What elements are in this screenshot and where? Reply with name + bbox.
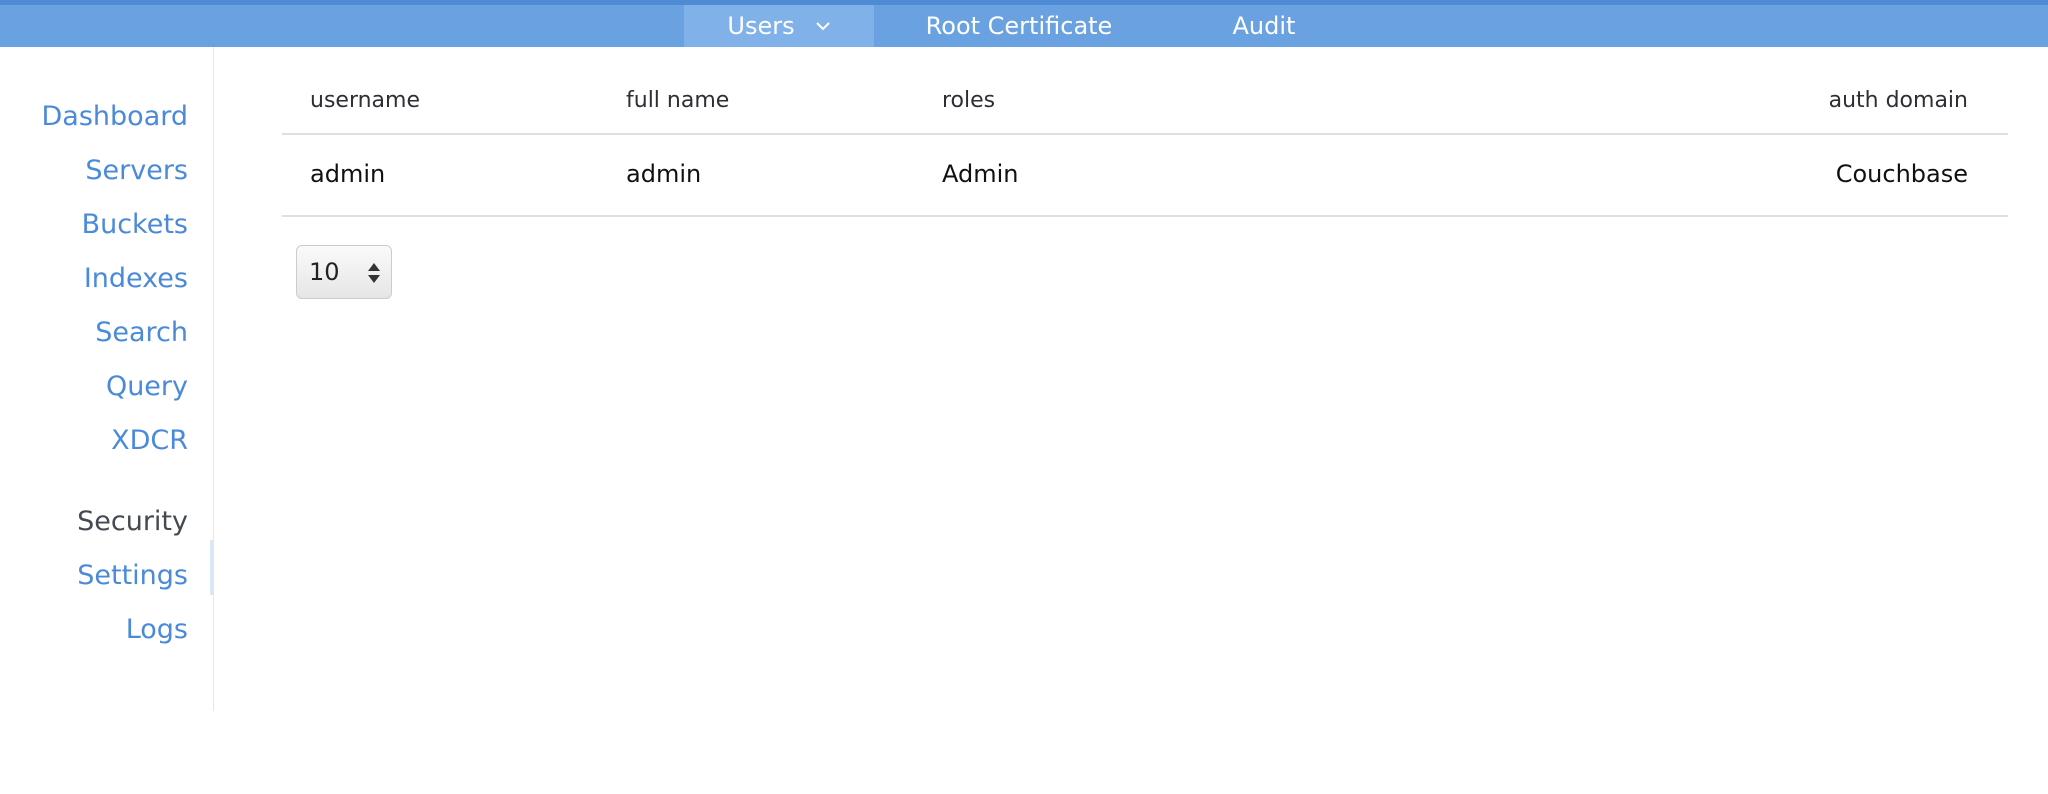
column-header-auth-domain[interactable]: auth domain: [1829, 88, 1968, 113]
cell-full-name: admin: [626, 160, 702, 188]
column-header-full-name[interactable]: full name: [626, 88, 729, 113]
sidebar-active-indicator: [210, 540, 214, 595]
top-nav-bar: Users Root Certificate Audit: [0, 0, 2048, 47]
sidebar-item-xdcr[interactable]: XDCR: [111, 420, 188, 460]
tab-users[interactable]: Users: [684, 5, 874, 47]
tab-audit-label: Audit: [1232, 12, 1296, 40]
column-header-roles[interactable]: roles: [942, 88, 995, 113]
tab-users-label: Users: [727, 12, 795, 40]
sidebar-item-dashboard[interactable]: Dashboard: [42, 96, 188, 136]
select-arrows-icon: [367, 260, 381, 292]
cell-username: admin: [310, 160, 386, 188]
sidebar-item-buckets[interactable]: Buckets: [82, 204, 188, 244]
page-size-select[interactable]: 10: [296, 245, 392, 299]
sidebar-item-settings[interactable]: Settings: [77, 555, 188, 595]
sidebar-item-security[interactable]: Security: [77, 501, 188, 541]
cell-roles: Admin: [942, 160, 1019, 188]
sidebar-item-logs[interactable]: Logs: [126, 609, 188, 649]
page-size-value: 10: [309, 258, 340, 286]
sidebar-item-query[interactable]: Query: [106, 366, 188, 406]
sidebar-item-indexes[interactable]: Indexes: [84, 258, 188, 298]
cell-auth-domain: Couchbase: [1835, 160, 1968, 188]
sidebar-item-servers[interactable]: Servers: [85, 150, 188, 190]
column-header-username[interactable]: username: [310, 88, 420, 113]
tab-root-certificate-label: Root Certificate: [925, 12, 1113, 40]
sidebar-item-search[interactable]: Search: [95, 312, 188, 352]
table-row[interactable]: admin admin Admin Couchbase: [282, 135, 2008, 217]
chevron-down-icon[interactable]: [815, 21, 831, 31]
sidebar: Dashboard Servers Buckets Indexes Search…: [0, 47, 214, 711]
table-header: username full name roles auth domain: [282, 80, 2008, 135]
tab-audit[interactable]: Audit: [1164, 5, 1364, 47]
tab-root-certificate[interactable]: Root Certificate: [874, 5, 1164, 47]
